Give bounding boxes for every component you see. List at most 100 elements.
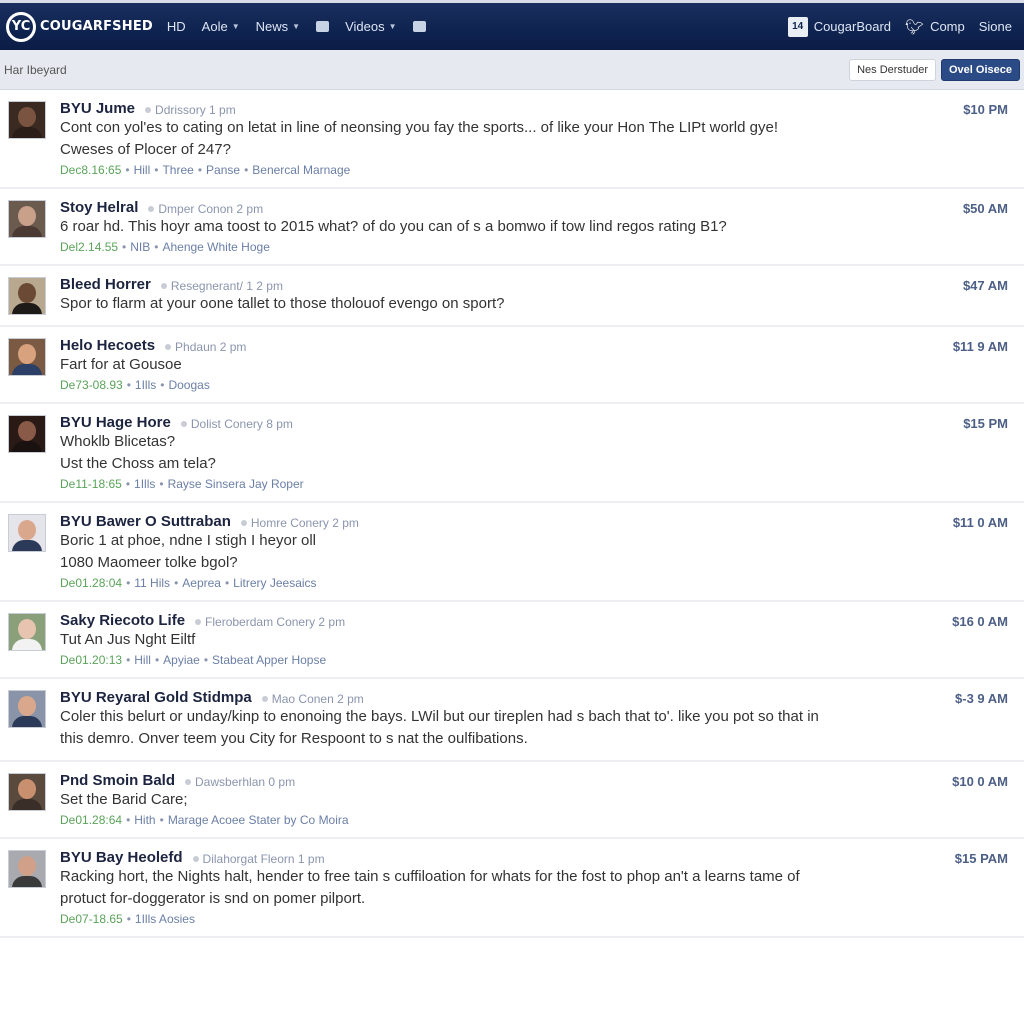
avatar[interactable] xyxy=(8,613,46,651)
author-name[interactable]: Stoy Helral xyxy=(60,199,138,216)
status-dot-icon xyxy=(261,696,268,702)
post-meta-link[interactable]: Aeprea xyxy=(182,576,221,590)
author-name[interactable]: Pnd Smoin Bald xyxy=(60,772,175,789)
post-date: Dec8.16:65 xyxy=(60,163,122,177)
avatar-body xyxy=(12,799,42,810)
avatar[interactable] xyxy=(8,338,46,376)
avatar-face xyxy=(18,779,36,799)
separator-dot: • xyxy=(159,477,164,491)
cougarboard-label: CougarBoard xyxy=(813,19,892,34)
avatar[interactable] xyxy=(8,277,46,315)
post-meta-link[interactable]: 1Ills xyxy=(135,378,156,392)
status-dot-icon xyxy=(180,421,187,427)
post-body-line: Cweses of Plocer of 247? xyxy=(60,141,231,158)
post-item: Bleed Horrer Resegnerant/ 1 2 pm Spor to f… xyxy=(0,266,1024,327)
post-time: $50 AM xyxy=(962,201,1008,216)
post-meta-link[interactable]: Marage Acoee Stater by Co Moira xyxy=(168,813,349,827)
subinfo-text: Phdaun 2 pm xyxy=(175,340,247,354)
avatar[interactable] xyxy=(8,850,46,888)
post-content: Helo Hecoets Phdaun 2 pm Fart for at Gouso… xyxy=(60,337,1016,392)
avatar-body xyxy=(12,716,42,727)
post-header: Saky Riecoto Life Fleroberdam Conery 2 pm xyxy=(60,612,1016,629)
cougarboard-link[interactable]: 14 CougarBoard xyxy=(787,16,892,37)
author-name[interactable]: Helo Hecoets xyxy=(60,337,155,354)
avatar[interactable] xyxy=(8,690,46,728)
post-time: $-3 9 AM xyxy=(955,691,1008,706)
post-content: BYU Reyaral Gold Stidmpa Mao Conen 2 pm Co… xyxy=(60,689,1016,750)
post-subinfo: Ddrissory 1 pm xyxy=(145,103,236,117)
avatar[interactable] xyxy=(8,773,46,811)
separator-dot: • xyxy=(174,576,179,590)
post-meta-link[interactable]: 11 Hils xyxy=(134,576,170,590)
post-subinfo: Homre Conery 2 pm xyxy=(240,516,359,530)
author-name[interactable]: BYU Reyaral Gold Stidmpa xyxy=(60,689,252,706)
separator-dot: • xyxy=(244,163,249,177)
avatar[interactable] xyxy=(8,514,46,552)
twitter-link[interactable]: 🐦︎ Comp xyxy=(905,18,965,36)
post-body-line: 6 roar hd. This hoyr ama toost to 2015 w… xyxy=(60,218,727,235)
post-meta: De07-18.65 • 1Ills Aosies xyxy=(60,912,1016,926)
separator-dot: • xyxy=(126,912,131,926)
status-dot-icon xyxy=(192,856,199,862)
post-meta-link[interactable]: 1Ills Aosies xyxy=(135,912,195,926)
post-meta-link[interactable]: Three xyxy=(162,163,193,177)
nav-item-4[interactable]: Videos ▼ xyxy=(345,19,396,34)
nav-grid-button[interactable] xyxy=(412,21,426,32)
post-meta-link[interactable]: Hill xyxy=(134,653,151,667)
post-body-line: Tut An Jus Nght Eiltf xyxy=(60,631,196,648)
logo-mark-icon: YC xyxy=(6,11,36,42)
post-subinfo: Dilahorgat Fleorn 1 pm xyxy=(192,852,325,866)
post-meta-link[interactable]: 1Ills xyxy=(134,477,155,491)
primary-action-button[interactable]: Ovel Oisece xyxy=(941,58,1020,81)
post-meta-link[interactable]: Litrery Jeesaics xyxy=(233,576,316,590)
post-meta-link[interactable]: Rayse Sinsera Jay Roper xyxy=(168,477,304,491)
post-meta-link[interactable]: Benercal Marnage xyxy=(252,163,350,177)
post-content: Saky Riecoto Life Fleroberdam Conery 2 pm… xyxy=(60,612,1016,667)
post-meta-link[interactable]: Doogas xyxy=(168,378,209,392)
post-body-line: protuct for-doggerator is snd on pomer p… xyxy=(60,890,366,907)
post-meta-link[interactable]: Hith xyxy=(134,813,155,827)
avatar-face xyxy=(18,344,36,364)
avatar-face xyxy=(18,107,36,127)
avatar[interactable] xyxy=(8,101,46,139)
post-meta: Del2.14.55 • NIB • Ahenge White Hoge xyxy=(60,240,1016,254)
sign-in-link[interactable]: Sione xyxy=(979,19,1012,34)
chevron-down-icon: ▼ xyxy=(388,22,397,31)
author-name[interactable]: BYU Hage Hore xyxy=(60,414,171,431)
avatar[interactable] xyxy=(8,200,46,238)
post-time: $16 0 AM xyxy=(952,614,1008,629)
author-name[interactable]: BYU Bawer O Suttraban xyxy=(60,513,231,530)
post-meta-link[interactable]: Hill xyxy=(134,163,151,177)
status-dot-icon xyxy=(195,619,202,625)
subinfo-text: Mao Conen 2 pm xyxy=(271,692,364,706)
post-meta-link[interactable]: NIB xyxy=(130,240,150,254)
post-meta-link[interactable]: Ahenge White Hoge xyxy=(162,240,269,254)
author-name[interactable]: Saky Riecoto Life xyxy=(60,612,185,629)
avatar[interactable] xyxy=(8,415,46,453)
post-subinfo: Resegnerant/ 1 2 pm xyxy=(160,279,283,293)
secondary-action-button[interactable]: Nes Derstuder xyxy=(849,58,936,81)
post-header: BYU Reyaral Gold Stidmpa Mao Conen 2 pm xyxy=(60,689,1016,706)
post-meta-link[interactable]: Apyiae xyxy=(163,653,200,667)
author-name[interactable]: BYU Jume xyxy=(60,100,135,117)
post-date: De01.28:64 xyxy=(60,813,123,827)
post-subinfo: Dmper Conon 2 pm xyxy=(148,202,263,216)
separator-dot: • xyxy=(159,813,164,827)
nav-item-0[interactable]: HD xyxy=(167,19,186,34)
post-body-line: this demro. Onver teem you City for Resp… xyxy=(60,730,528,747)
nav-item-2[interactable]: News ▼ xyxy=(256,19,300,34)
post-subinfo: Dawsberhlan 0 pm xyxy=(185,775,295,789)
author-name[interactable]: Bleed Horrer xyxy=(60,276,151,293)
post-time: $15 PAM xyxy=(954,851,1008,866)
post-meta-link[interactable]: Panse xyxy=(206,163,240,177)
post-body-line: Racking hort, the Nights halt, hender to… xyxy=(60,868,800,885)
post-meta-link[interactable]: Stabeat Apper Hopse xyxy=(212,653,326,667)
nav-item-1[interactable]: Aole ▼ xyxy=(202,19,240,34)
avatar-body xyxy=(12,540,42,551)
breadcrumb: Har Ibeyard xyxy=(4,62,67,77)
author-name[interactable]: BYU Bay Heolefd xyxy=(60,849,183,866)
site-logo[interactable]: YC COUGARFSHED xyxy=(6,11,153,42)
nav-edit-button[interactable] xyxy=(316,21,330,32)
post-meta: De11-18:65 • 1Ills • Rayse Sinsera Jay Roper xyxy=(60,477,1016,491)
separator-dot: • xyxy=(224,576,230,590)
